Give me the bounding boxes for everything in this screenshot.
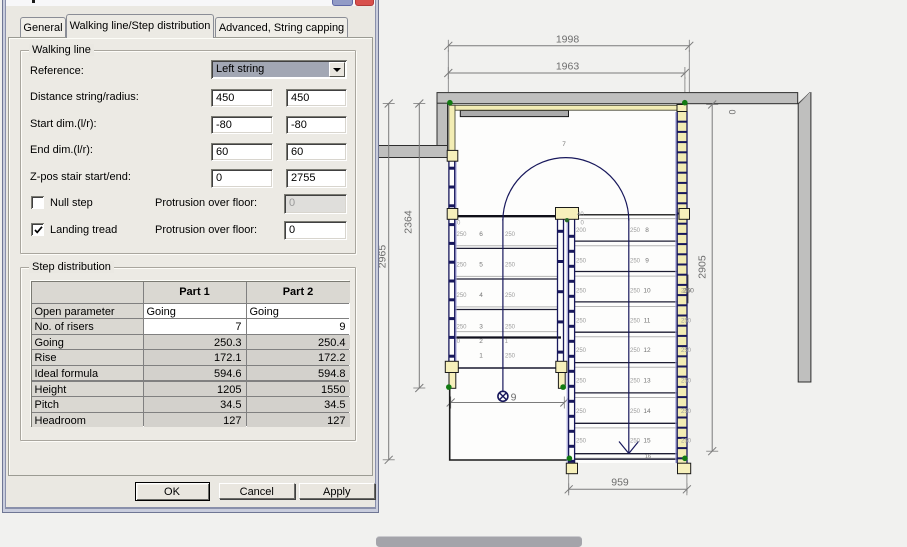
svg-text:250: 250 <box>576 409 587 415</box>
svg-text:9: 9 <box>511 392 517 404</box>
svg-text:250: 250 <box>457 324 468 330</box>
svg-text:14: 14 <box>643 408 651 415</box>
svg-text:250: 250 <box>576 439 587 445</box>
svg-text:250: 250 <box>505 232 516 238</box>
svg-text:250: 250 <box>630 379 641 385</box>
svg-text:959: 959 <box>611 477 629 489</box>
svg-text:15: 15 <box>643 438 651 445</box>
svg-text:5: 5 <box>479 262 483 269</box>
svg-text:2905: 2905 <box>697 255 709 279</box>
svg-text:250: 250 <box>681 348 692 354</box>
svg-text:250: 250 <box>576 379 587 385</box>
svg-text:0: 0 <box>728 109 738 114</box>
svg-text:9: 9 <box>645 257 649 264</box>
svg-text:250: 250 <box>630 409 641 415</box>
svg-text:250: 250 <box>630 348 641 354</box>
svg-text:250: 250 <box>576 319 587 325</box>
svg-text:250: 250 <box>576 348 587 354</box>
svg-text:8: 8 <box>645 227 649 234</box>
svg-text:16: 16 <box>645 454 651 460</box>
svg-text:250: 250 <box>576 289 587 295</box>
svg-text:200: 200 <box>576 228 587 234</box>
svg-text:250: 250 <box>681 379 692 385</box>
svg-text:250: 250 <box>505 354 516 360</box>
svg-text:250: 250 <box>505 324 516 330</box>
svg-text:2364: 2364 <box>403 210 415 234</box>
svg-text:40: 40 <box>577 212 584 218</box>
svg-text:11: 11 <box>644 318 651 325</box>
svg-text:250: 250 <box>505 263 516 269</box>
svg-text:250: 250 <box>630 319 641 325</box>
svg-text:250: 250 <box>630 228 641 234</box>
svg-text:250: 250 <box>681 319 692 325</box>
svg-text:250: 250 <box>683 288 694 295</box>
svg-text:3: 3 <box>479 323 483 330</box>
svg-text:250: 250 <box>630 258 641 264</box>
svg-text:250: 250 <box>681 409 692 415</box>
svg-text:13: 13 <box>643 378 651 385</box>
svg-text:250: 250 <box>457 232 468 238</box>
svg-text:10: 10 <box>643 288 651 295</box>
svg-text:250: 250 <box>576 258 587 264</box>
svg-text:1998: 1998 <box>556 33 580 45</box>
svg-text:4: 4 <box>479 292 483 299</box>
svg-text:1963: 1963 <box>556 61 580 73</box>
svg-text:250: 250 <box>505 293 516 299</box>
svg-text:250: 250 <box>630 439 641 445</box>
svg-text:12: 12 <box>643 347 651 354</box>
svg-text:250: 250 <box>681 439 692 445</box>
svg-text:2: 2 <box>479 338 483 345</box>
svg-text:250: 250 <box>457 293 468 299</box>
svg-text:250: 250 <box>630 289 641 295</box>
svg-text:6: 6 <box>479 231 483 238</box>
svg-text:7: 7 <box>562 141 566 148</box>
svg-text:250: 250 <box>457 263 468 269</box>
svg-text:1: 1 <box>479 353 483 360</box>
